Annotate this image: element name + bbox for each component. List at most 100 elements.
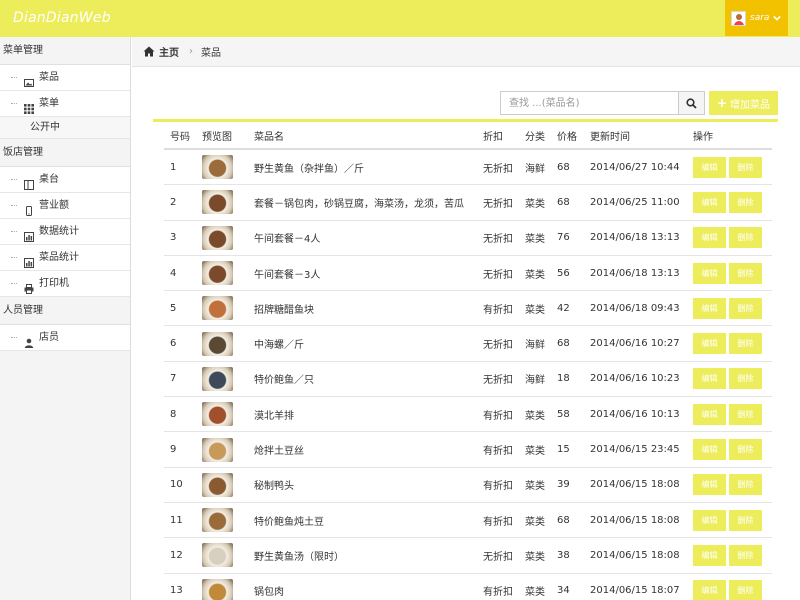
header-price[interactable]: 价格 — [557, 128, 590, 143]
dish-thumbnail[interactable] — [202, 225, 233, 250]
edit-button[interactable]: 编辑 — [693, 580, 726, 600]
dish-thumbnail[interactable] — [202, 331, 233, 356]
delete-button[interactable]: 删除 — [729, 262, 762, 284]
table-row: 12 野生黄鱼汤（限时） 无折扣 菜类 38 2014/06/15 18:08 编辑 删除 — [164, 538, 772, 574]
cell-time: 2014/06/15 23:45 — [590, 444, 680, 456]
sidebar-item-staff[interactable]: 店员 — [0, 325, 130, 351]
sidebar-item-printer[interactable]: 打印机 — [0, 271, 130, 297]
dish-thumbnail[interactable] — [202, 261, 233, 286]
edit-button[interactable]: 编辑 — [693, 368, 726, 390]
sidebar-item-menu[interactable]: 菜单 — [0, 91, 130, 117]
cell-num: 2 — [170, 196, 177, 208]
dish-thumbnail[interactable] — [202, 366, 233, 391]
header-thumb: 预览图 — [202, 131, 232, 143]
dish-thumbnail[interactable] — [202, 508, 233, 533]
edit-button[interactable]: 编辑 — [693, 333, 726, 355]
dish-thumbnail[interactable] — [202, 472, 233, 497]
table-row: 6 中海螺／斤 无折扣 海鲜 68 2014/06/16 10:27 编辑 删除 — [164, 326, 772, 362]
sidebar-item-dishes[interactable]: 菜品 — [0, 65, 130, 91]
delete-button[interactable]: 删除 — [729, 403, 762, 425]
grid-icon — [24, 99, 34, 114]
header-num[interactable]: 号码 — [164, 128, 202, 143]
cell-discount: 无折扣 — [483, 234, 513, 246]
search-input[interactable] — [500, 91, 679, 115]
delete-button[interactable]: 删除 — [729, 509, 762, 531]
dish-thumbnail[interactable] — [202, 437, 233, 462]
dish-thumbnail[interactable] — [202, 296, 233, 321]
edit-button[interactable]: 编辑 — [693, 262, 726, 284]
search-bar — [500, 91, 705, 115]
add-dish-button[interactable]: + 增加菜品 — [709, 91, 778, 115]
cell-name: 漠北羊排 — [254, 410, 294, 422]
sidebar-item-data-stats[interactable]: 数据统计 — [0, 219, 130, 245]
cell-num: 13 — [170, 585, 183, 597]
edit-button[interactable]: 编辑 — [693, 474, 726, 496]
cell-name: 野生黄鱼（杂拌鱼）／斤 — [254, 163, 364, 175]
edit-button[interactable]: 编辑 — [693, 297, 726, 319]
table-row: 8 漠北羊排 有折扣 菜类 58 2014/06/16 10:13 编辑 删除 — [164, 397, 772, 433]
sidebar-item-dish-stats[interactable]: 菜品统计 — [0, 245, 130, 271]
cell-price: 58 — [557, 408, 570, 420]
edit-button[interactable]: 编辑 — [693, 191, 726, 213]
delete-button[interactable]: 删除 — [729, 227, 762, 249]
dish-thumbnail[interactable] — [202, 155, 233, 180]
dish-thumbnail[interactable] — [202, 543, 233, 568]
breadcrumb-current: 菜品 — [201, 48, 221, 59]
cell-num: 1 — [170, 161, 177, 173]
cell-name: 野生黄鱼汤（限时） — [254, 551, 344, 563]
dish-thumbnail[interactable] — [202, 578, 233, 600]
cell-discount: 有折扣 — [483, 481, 513, 493]
sidebar-item-revenue[interactable]: 营业额 — [0, 193, 130, 219]
search-button[interactable] — [679, 91, 705, 115]
cell-discount: 有折扣 — [483, 410, 513, 422]
dish-thumbnail[interactable] — [202, 190, 233, 215]
header-discount[interactable]: 折扣 — [483, 128, 525, 143]
cell-category: 菜类 — [525, 198, 545, 210]
delete-button[interactable]: 删除 — [729, 333, 762, 355]
delete-button[interactable]: 删除 — [729, 191, 762, 213]
header-category[interactable]: 分类 — [525, 128, 557, 143]
dish-thumbnail[interactable] — [202, 402, 233, 427]
bar-chart-icon — [24, 253, 34, 268]
table-row: 5 招牌糖醋鱼块 有折扣 菜类 42 2014/06/18 09:43 编辑 删除 — [164, 291, 772, 327]
cell-time: 2014/06/27 10:44 — [590, 161, 680, 173]
delete-button[interactable]: 删除 — [729, 439, 762, 461]
sidebar-subitem-public[interactable]: 公开中 — [0, 117, 130, 139]
edit-button[interactable]: 编辑 — [693, 403, 726, 425]
cell-time: 2014/06/16 10:27 — [590, 338, 680, 350]
cell-discount: 无折扣 — [483, 551, 513, 563]
edit-button[interactable]: 编辑 — [693, 509, 726, 531]
cell-num: 12 — [170, 549, 183, 561]
cell-category: 海鲜 — [525, 375, 545, 387]
cell-price: 68 — [557, 161, 570, 173]
edit-button[interactable]: 编辑 — [693, 439, 726, 461]
delete-button[interactable]: 删除 — [729, 544, 762, 566]
table-row: 13 锅包肉 有折扣 菜类 34 2014/06/15 18:07 编辑 删除 — [164, 574, 772, 600]
cell-discount: 无折扣 — [483, 340, 513, 352]
cell-category: 菜类 — [525, 587, 545, 599]
edit-button[interactable]: 编辑 — [693, 544, 726, 566]
cell-price: 39 — [557, 479, 570, 491]
delete-button[interactable]: 删除 — [729, 156, 762, 178]
cell-category: 海鲜 — [525, 340, 545, 352]
brand-logo[interactable]: DianDianWeb — [13, 10, 111, 26]
edit-button[interactable]: 编辑 — [693, 227, 726, 249]
delete-button[interactable]: 删除 — [729, 580, 762, 600]
image-icon — [24, 73, 34, 87]
printer-icon — [24, 279, 34, 294]
user-menu[interactable]: sara — [725, 0, 788, 36]
search-icon — [686, 97, 697, 109]
header-name[interactable]: 菜品名 — [254, 128, 483, 143]
edit-button[interactable]: 编辑 — [693, 156, 726, 178]
breadcrumb-home[interactable]: 主页 — [159, 44, 179, 59]
cell-num: 10 — [170, 479, 183, 491]
sidebar-group-title: 人员管理 — [0, 297, 130, 325]
cell-time: 2014/06/15 18:08 — [590, 514, 680, 526]
delete-button[interactable]: 删除 — [729, 368, 762, 390]
sidebar-item-tables[interactable]: 桌台 — [0, 167, 130, 193]
sidebar-item-label: 菜品 — [39, 71, 59, 83]
header-time[interactable]: 更新时间 — [590, 128, 693, 143]
delete-button[interactable]: 删除 — [729, 297, 762, 319]
cell-price: 68 — [557, 514, 570, 526]
delete-button[interactable]: 删除 — [729, 474, 762, 496]
